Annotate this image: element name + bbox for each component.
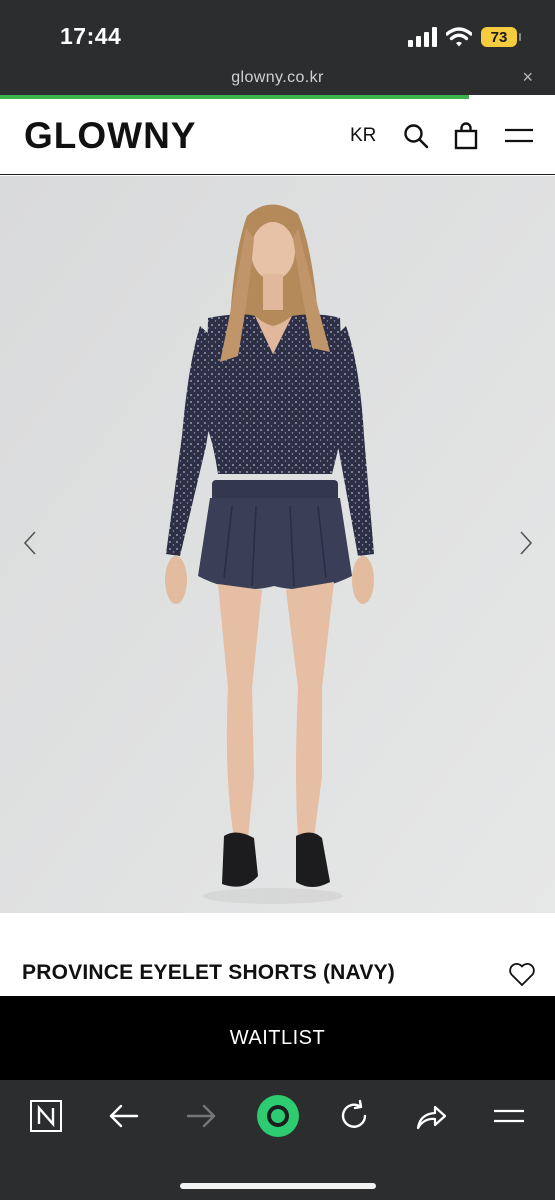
share-icon[interactable]: [413, 1098, 449, 1134]
close-icon[interactable]: ×: [522, 67, 533, 88]
signal-icon: [408, 27, 437, 47]
chevron-left-icon[interactable]: [20, 528, 40, 558]
product-image[interactable]: [0, 176, 555, 913]
status-bar: 17:44 73: [0, 0, 555, 64]
url-bar[interactable]: glowny.co.kr ×: [0, 64, 555, 95]
naver-n-icon[interactable]: [28, 1098, 64, 1134]
language-selector[interactable]: KR: [350, 125, 376, 147]
product-photo: [0, 176, 555, 913]
battery-indicator: 73: [481, 27, 521, 47]
waitlist-button[interactable]: WAITLIST: [0, 996, 555, 1080]
site-header: GLOWNY KR: [0, 99, 555, 175]
home-indicator: [180, 1183, 376, 1189]
green-dot-icon[interactable]: [254, 1092, 302, 1140]
url-text[interactable]: glowny.co.kr: [0, 69, 555, 87]
status-time: 17:44: [60, 23, 122, 49]
browser-toolbar: [0, 1080, 555, 1200]
shopping-bag-icon[interactable]: [451, 121, 481, 151]
forward-arrow-icon[interactable]: [183, 1098, 219, 1134]
heart-outline-icon[interactable]: [508, 961, 536, 987]
product-title: PROVINCE EYELET SHORTS (NAVY): [22, 961, 395, 984]
wifi-icon: [446, 27, 472, 47]
chevron-right-icon[interactable]: [516, 528, 536, 558]
back-arrow-icon[interactable]: [106, 1098, 142, 1134]
menu-icon[interactable]: [491, 1098, 527, 1134]
search-icon[interactable]: [401, 121, 431, 151]
status-icons: 73: [407, 26, 521, 48]
hamburger-menu-icon[interactable]: [503, 121, 535, 151]
site-logo[interactable]: GLOWNY: [24, 115, 196, 157]
reload-icon[interactable]: [336, 1098, 372, 1134]
